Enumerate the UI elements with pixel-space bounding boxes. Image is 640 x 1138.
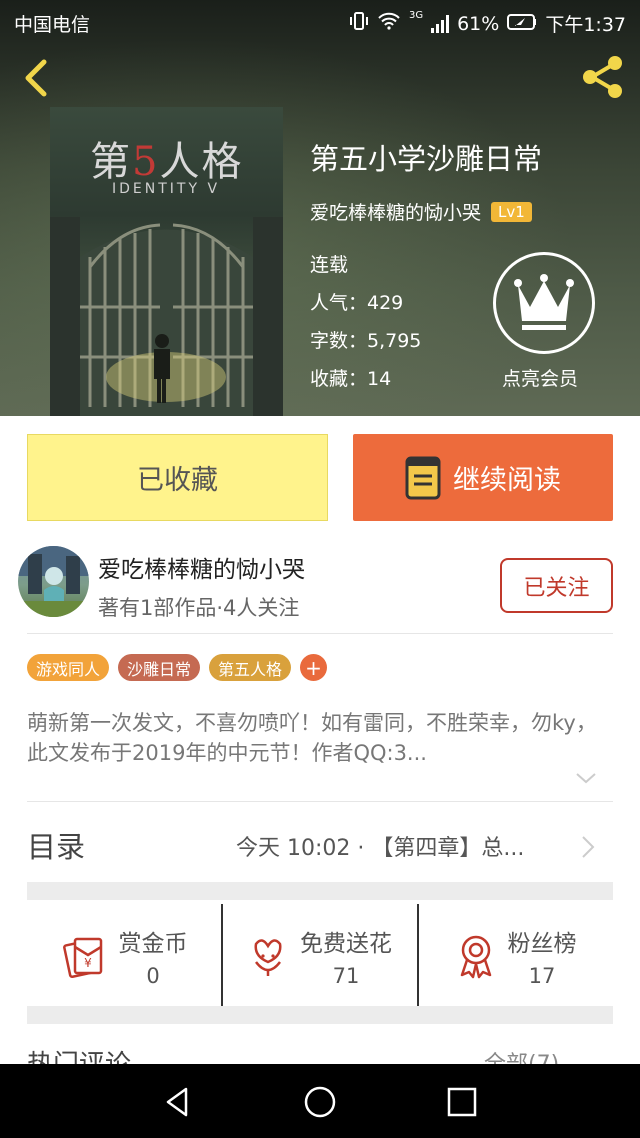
reward-coin-label: 赏金币 (118, 931, 188, 957)
free-flower-button[interactable]: 免费送花 71 (221, 904, 417, 1008)
divider (27, 633, 613, 634)
medal-icon (460, 935, 491, 979)
tag-game-fanfic[interactable]: 游戏同人 (27, 654, 110, 681)
fan-ranking-value: 17 (528, 964, 556, 988)
author-stats: 著有1部作品·4人关注 (98, 596, 300, 620)
fan-ranking-button[interactable]: 粉丝榜 17 (417, 904, 613, 1008)
square-recents-icon (447, 1087, 477, 1117)
free-flower-value: 71 (332, 964, 360, 988)
add-tag-button[interactable]: + (300, 654, 328, 681)
book-title: 第五小学沙雕日常 (310, 142, 543, 176)
book-info: 第五小学沙雕日常 爱吃棒棒糖的恸小哭 Lv1 连载 人气：429 字数：5,79… (310, 136, 543, 390)
vibrate-icon (349, 11, 369, 36)
reward-coin-button[interactable]: ¥ 赏金币 0 (27, 904, 221, 1008)
level-badge: Lv1 (491, 201, 532, 222)
tag-list: 游戏同人 沙雕日常 第五人格 + (27, 654, 328, 681)
favorite-button[interactable]: 已收藏 (27, 434, 328, 521)
signal-icon (431, 14, 450, 33)
cover-logo: 第5人格 (90, 129, 243, 187)
chevron-down-icon (576, 773, 596, 784)
expand-description-button[interactable] (574, 770, 598, 786)
chevron-right-icon (580, 834, 596, 864)
battery-percent: 61% (457, 12, 500, 35)
table-of-contents-row[interactable]: 目录 今天 10:02 · 【第四章】总... (0, 804, 640, 884)
tag-identity-v[interactable]: 第五人格 (209, 654, 292, 681)
latest-chapter: 今天 10:02 · 【第四章】总... (236, 836, 525, 861)
book-word-count: 字数：5,795 (310, 330, 422, 352)
toc-label: 目录 (27, 830, 86, 864)
carrier-label: 中国电信 (14, 14, 91, 36)
continue-reading-label: 继续阅读 (453, 465, 561, 496)
stats-bar: ¥ 赏金币 0 免费送花 71 粉丝榜 17 (27, 904, 613, 1008)
red-envelope-icon: ¥ (62, 937, 102, 979)
tag-daily[interactable]: 沙雕日常 (118, 654, 201, 681)
book-popularity: 人气：429 (310, 292, 404, 314)
reward-coin-value: 0 (146, 964, 160, 988)
section-separator (27, 1006, 613, 1024)
wifi-icon (377, 12, 401, 35)
nav-home-button[interactable] (302, 1084, 338, 1120)
book-icon (405, 456, 441, 499)
book-cover[interactable]: 第5人格 IDENTITY V (50, 107, 283, 416)
vip-button[interactable] (493, 252, 595, 354)
avatar-image (18, 546, 89, 617)
book-author[interactable]: 爱吃棒棒糖的恸小哭 Lv1 (310, 198, 532, 225)
svg-text:¥: ¥ (84, 956, 92, 970)
circle-home-icon (304, 1086, 336, 1118)
book-description[interactable]: 萌新第一次发文，不喜勿喷吖！如有雷同，不胜荣幸，勿ky，此文发布于2019年的中… (27, 708, 607, 768)
book-status: 连载 (310, 254, 349, 276)
book-author-name: 爱吃棒棒糖的恸小哭 (310, 202, 482, 224)
cover-subtitle: IDENTITY V (112, 181, 221, 197)
cover-logo-char: 第 (90, 139, 132, 185)
system-nav-bar (0, 1064, 640, 1138)
network-type: 3G (408, 10, 424, 21)
back-button[interactable] (18, 58, 54, 98)
free-flower-label: 免费送花 (300, 931, 392, 957)
section-separator (27, 882, 613, 900)
follow-button[interactable]: 已关注 (500, 558, 613, 613)
battery-icon (507, 13, 537, 35)
cover-logo-rest: 人格 (159, 139, 244, 185)
flower-icon (254, 939, 282, 976)
avatar[interactable] (18, 546, 89, 617)
clock: 下午1:37 (545, 14, 626, 36)
fan-ranking-label: 粉丝榜 (507, 931, 577, 957)
vip-label: 点亮会员 (502, 368, 579, 390)
book-meta: 连载 人气：429 字数：5,795 收藏：14 (310, 246, 421, 398)
status-bar: 中国电信 3G 61% 下午1:37 (0, 0, 640, 44)
author-card[interactable]: 爱吃棒棒糖的恸小哭 著有1部作品·4人关注 已关注 (0, 536, 640, 632)
share-button[interactable] (578, 54, 628, 100)
nav-recents-button[interactable] (444, 1084, 480, 1120)
divider (27, 801, 613, 802)
chevron-left-icon (25, 59, 47, 97)
book-detail-panel: 已收藏 继续阅读 爱吃棒棒糖的恸小哭 著有1部作品·4人关注 已关注 游戏同人 … (0, 416, 640, 1080)
book-favorites: 收藏：14 (310, 368, 392, 390)
continue-reading-button[interactable]: 继续阅读 (353, 434, 613, 521)
triangle-back-icon (166, 1087, 188, 1117)
author-name: 爱吃棒棒糖的恸小哭 (98, 557, 305, 583)
cover-logo-number: 5 (132, 139, 160, 185)
crown-icon (514, 274, 574, 330)
share-icon (583, 56, 622, 98)
nav-back-button[interactable] (160, 1084, 196, 1120)
